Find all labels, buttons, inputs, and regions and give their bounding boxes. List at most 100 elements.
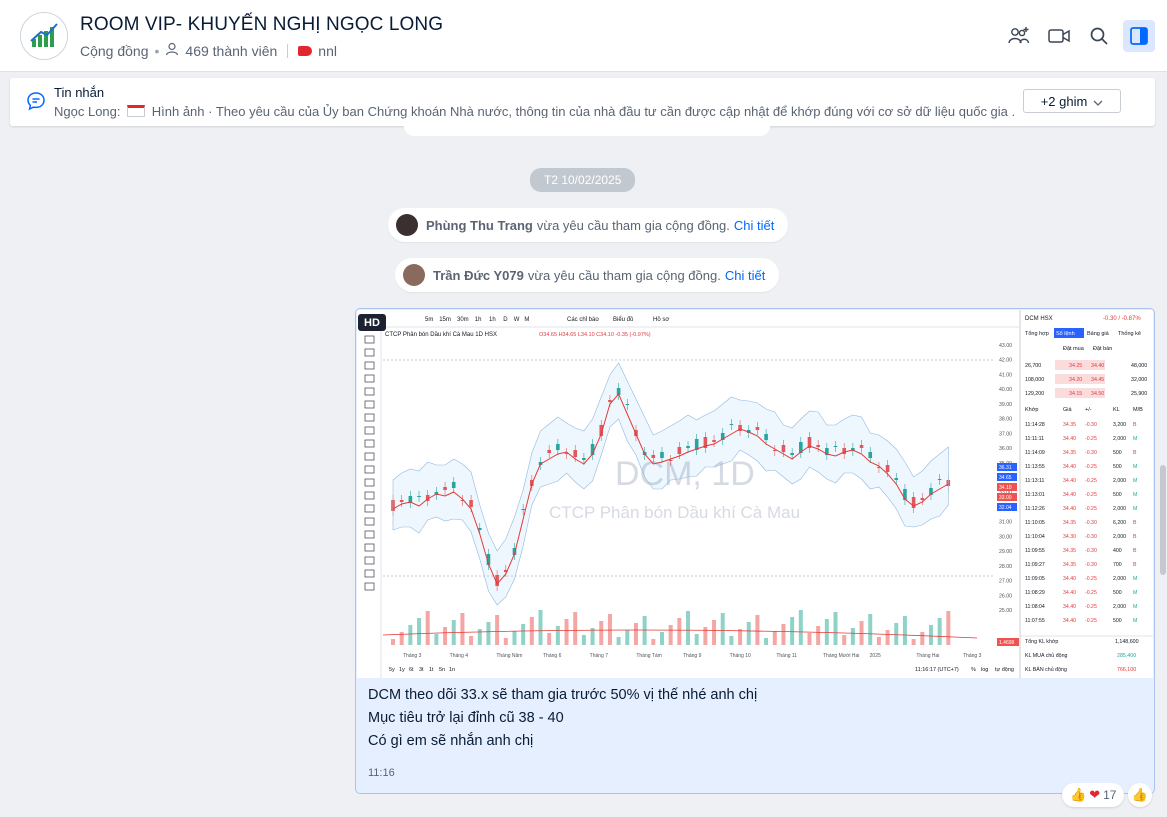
match-cell: 34.35: [1063, 422, 1076, 428]
match-cell: -0.30: [1085, 422, 1097, 428]
match-cell: 2,000: [1113, 506, 1126, 512]
pinned-preview[interactable]: Ngọc Long: Hình ảnh · Theo yêu cầu của Ủ…: [54, 104, 1014, 119]
match-cell: 34.40: [1063, 464, 1076, 470]
match-cell: -0.30: [1085, 450, 1097, 456]
volume-bar: [581, 635, 586, 645]
match-cell: 400: [1113, 548, 1122, 554]
message-bubble[interactable]: HD 5m 15m 30m 1h 1h D W M Các chỉ báo Biểu đồ Hồ s…: [355, 308, 1155, 794]
match-cell: 6,200: [1113, 520, 1126, 526]
match-header: KL: [1113, 407, 1120, 413]
volume-bar: [833, 612, 838, 645]
indicators-label: Các chỉ báo: [567, 316, 599, 323]
user-name[interactable]: Phùng Thu Trang: [426, 218, 533, 233]
volume-bar: [824, 619, 829, 645]
members-icon[interactable]: [165, 42, 179, 59]
x-tick-label: Tháng Tám: [636, 653, 661, 659]
chart-image[interactable]: 5m 15m 30m 1h 1h D W M Các chỉ báo Biểu đồ Hồ sơ CT…: [357, 310, 1153, 678]
message-line: DCM theo dõi 33.x sẽ tham gia trước 50% …: [368, 687, 758, 703]
image-icon: [127, 105, 146, 117]
volume-bar: [486, 622, 491, 645]
book-cell: 32,000: [1131, 377, 1147, 383]
volume-bar: [677, 618, 682, 645]
match-cell: 500: [1113, 450, 1122, 456]
match-cell: 2,000: [1113, 604, 1126, 610]
toggle-sidebar-icon[interactable]: [1123, 20, 1155, 52]
thumbs-up-icon: 👍: [1131, 787, 1149, 802]
book-cell: 108,000: [1025, 377, 1044, 383]
volume-bar: [668, 625, 673, 645]
match-cell: M: [1133, 436, 1137, 442]
panel-symbol: DCM HSX: [1025, 316, 1053, 322]
panel-change: -0.30 / -0.87%: [1103, 316, 1141, 322]
volume-bar: [659, 632, 664, 645]
user-avatar[interactable]: [403, 264, 425, 286]
volume-bar: [434, 634, 439, 645]
user-avatar[interactable]: [396, 214, 418, 236]
match-cell: 11:08:29: [1025, 590, 1045, 596]
group-title[interactable]: ROOM VIP- KHUYẾN NGHỊ NGỌC LONG: [80, 14, 443, 36]
pinned-sender: Ngọc Long:: [54, 104, 121, 119]
search-icon[interactable]: [1083, 20, 1115, 52]
tag-label[interactable]: nnl: [318, 43, 337, 59]
members-count[interactable]: 469 thành viên: [185, 43, 277, 59]
volume-bar: [755, 615, 760, 645]
panel-tab: Sổ lệnh: [1056, 330, 1075, 337]
react-button[interactable]: 👍: [1128, 783, 1152, 807]
details-link[interactable]: Chi tiết: [734, 218, 774, 233]
volume-bar: [625, 630, 630, 645]
volume-bar: [607, 614, 612, 645]
match-cell: 700: [1113, 562, 1122, 568]
y-tick-label: 29.00: [999, 549, 1012, 555]
volume-bar: [573, 612, 578, 645]
match-cell: 500: [1113, 618, 1122, 624]
volume-bar: [564, 619, 569, 645]
thumbs-up-icon: 👍: [1070, 787, 1087, 802]
match-cell: -0.25: [1085, 492, 1097, 498]
user-name[interactable]: Trần Đức Y079: [433, 268, 524, 283]
book-cell: 34.15: [1069, 391, 1082, 397]
match-cell: 11:12:26: [1025, 506, 1045, 512]
system-message: Trần Đức Y079 vừa yêu cầu tham gia cộng …: [395, 258, 780, 292]
book-cell: 34.25: [1069, 363, 1082, 369]
range-button: 1n: [449, 667, 455, 673]
match-cell: M: [1133, 506, 1137, 512]
volume-bar: [633, 623, 638, 645]
scrollbar[interactable]: [1160, 465, 1166, 575]
volume-bar: [712, 620, 717, 645]
match-cell: 2,000: [1113, 576, 1126, 582]
more-pins-button[interactable]: +2 ghim: [1023, 89, 1121, 113]
match-cell: M: [1133, 576, 1137, 582]
volume-bar: [538, 610, 543, 645]
pinned-text: Hình ảnh · Theo yêu cầu của Ủy ban Chứng…: [151, 104, 1014, 119]
price-tag-label: 36.31: [999, 465, 1012, 471]
reactions-summary[interactable]: 👍 ❤ 17: [1062, 783, 1125, 807]
community-label: Cộng đồng: [80, 42, 149, 59]
system-text: vừa yêu cầu tham gia cộng đồng.: [527, 267, 721, 283]
match-cell: 11:13:11: [1025, 478, 1045, 484]
volume-bar: [521, 624, 526, 645]
interval-label: 5m: [425, 317, 433, 323]
volume-bar: [391, 639, 395, 645]
volume-bar: [781, 624, 786, 645]
date-pill: T2 10/02/2025: [530, 168, 636, 192]
match-cell: 34.35: [1063, 562, 1076, 568]
tag-icon: [298, 45, 313, 56]
match-cell: -0.25: [1085, 478, 1097, 484]
match-cell: 2,000: [1113, 436, 1126, 442]
match-cell: M: [1133, 492, 1137, 498]
group-avatar[interactable]: [20, 12, 68, 60]
volume-bar: [547, 633, 552, 645]
video-call-icon[interactable]: [1043, 20, 1075, 52]
match-cell: 2,000: [1113, 478, 1126, 484]
match-cell: 11:10:05: [1025, 520, 1045, 526]
sell-label: KL BÁN chủ động: [1025, 666, 1067, 673]
match-cell: B: [1133, 562, 1137, 568]
x-tick-label: Tháng 3: [403, 653, 422, 659]
volume-bar: [894, 623, 899, 645]
range-button: 5n: [439, 667, 445, 673]
add-member-icon[interactable]: [1003, 20, 1035, 52]
details-link[interactable]: Chi tiết: [725, 268, 765, 283]
range-button: 1y: [399, 667, 405, 673]
match-cell: 11:13:01: [1025, 492, 1045, 498]
volume-bar: [920, 632, 925, 645]
